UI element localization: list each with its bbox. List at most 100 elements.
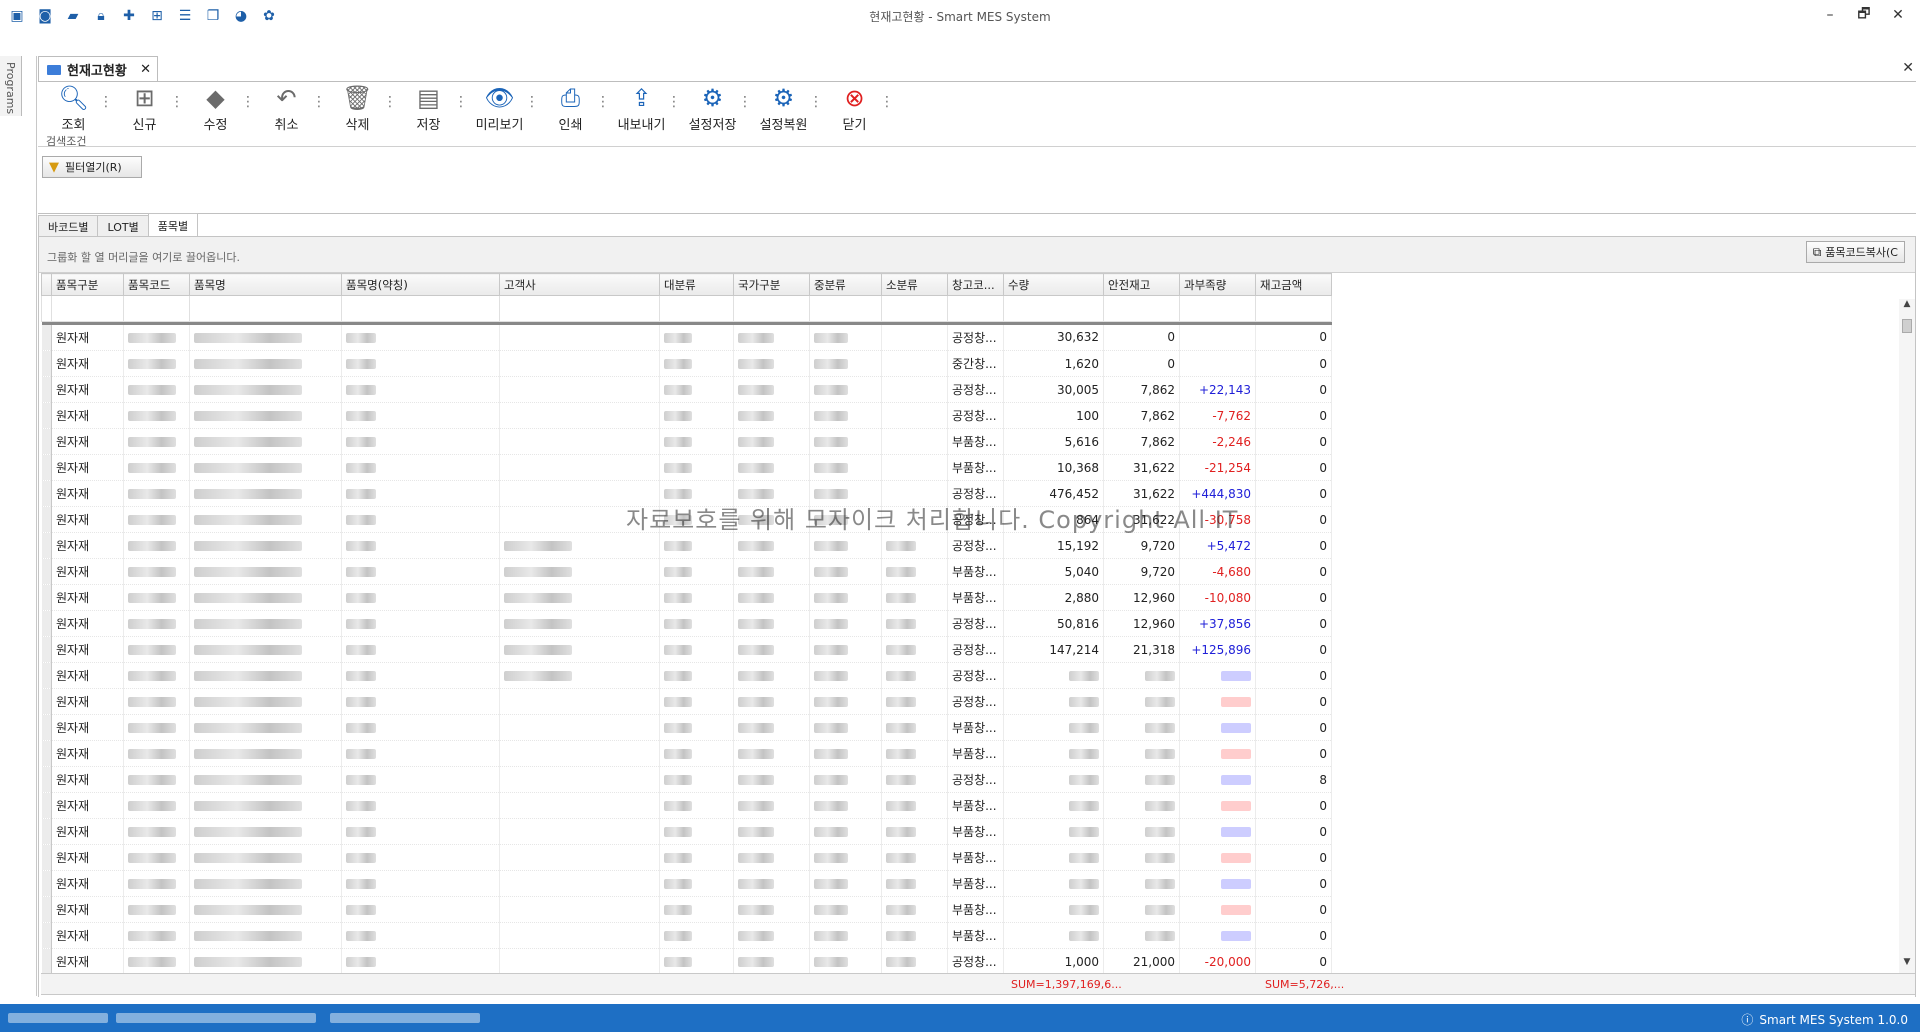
minor-category-cell[interactable] — [881, 792, 948, 819]
minor-category-cell[interactable] — [881, 480, 948, 507]
middle-category-cell[interactable] — [809, 870, 882, 897]
item-short-name-cell[interactable] — [341, 662, 500, 689]
minor-category-cell[interactable] — [881, 818, 948, 845]
minor-category-cell[interactable] — [881, 558, 948, 585]
column-filter-cell[interactable] — [1103, 295, 1180, 322]
country-cell[interactable] — [733, 844, 810, 871]
table-row[interactable]: 원자재 공정창... 476,452 31,622 +444,830 0 — [41, 480, 1332, 507]
safety-cell[interactable]: 7,862 — [1103, 376, 1180, 403]
amount-cell[interactable]: 0 — [1255, 792, 1332, 819]
item-type-cell[interactable]: 원자재 — [51, 584, 124, 611]
warehouse-cell[interactable]: 부품창... — [947, 740, 1004, 767]
major-category-cell[interactable] — [659, 662, 734, 689]
item-type-cell[interactable]: 원자재 — [51, 818, 124, 845]
item-type-cell[interactable]: 원자재 — [51, 480, 124, 507]
item-type-cell[interactable]: 원자재 — [51, 376, 124, 403]
item-name-cell[interactable] — [189, 584, 342, 611]
item-code-cell[interactable] — [123, 428, 190, 455]
qty-cell[interactable] — [1003, 714, 1104, 741]
warehouse-cell[interactable]: 공정창... — [947, 480, 1004, 507]
amount-cell[interactable]: 0 — [1255, 922, 1332, 949]
warehouse-cell[interactable]: 부품창... — [947, 792, 1004, 819]
item-code-cell[interactable] — [123, 870, 190, 897]
country-cell[interactable] — [733, 402, 810, 429]
warehouse-cell[interactable]: 부품창... — [947, 428, 1004, 455]
diff-cell[interactable] — [1179, 896, 1256, 923]
item-name-cell[interactable] — [189, 818, 342, 845]
major-category-cell[interactable] — [659, 818, 734, 845]
minor-category-cell[interactable] — [881, 714, 948, 741]
major-category-cell[interactable] — [659, 740, 734, 767]
column-header[interactable]: 품목구분 — [51, 273, 124, 296]
country-cell[interactable] — [733, 584, 810, 611]
item-code-cell[interactable] — [123, 792, 190, 819]
customer-cell[interactable] — [499, 532, 660, 559]
customer-cell[interactable] — [499, 688, 660, 715]
item-type-cell[interactable]: 원자재 — [51, 870, 124, 897]
minor-category-cell[interactable] — [881, 532, 948, 559]
diff-cell[interactable] — [1179, 350, 1256, 377]
close-all-tabs-button[interactable]: ✕ — [1902, 60, 1914, 76]
middle-category-cell[interactable] — [809, 636, 882, 663]
diff-cell[interactable] — [1179, 714, 1256, 741]
safety-cell[interactable]: 12,960 — [1103, 584, 1180, 611]
table-row[interactable]: 원자재 공정창... 15,192 9,720 +5,472 0 — [41, 532, 1332, 559]
item-code-cell[interactable] — [123, 714, 190, 741]
item-name-cell[interactable] — [189, 766, 342, 793]
safety-cell[interactable]: 21,000 — [1103, 948, 1180, 975]
amount-cell[interactable]: 0 — [1255, 376, 1332, 403]
country-cell[interactable] — [733, 948, 810, 975]
row-indicator[interactable] — [41, 922, 52, 949]
major-category-cell[interactable] — [659, 870, 734, 897]
minor-category-cell[interactable] — [881, 662, 948, 689]
row-indicator[interactable] — [41, 844, 52, 871]
major-category-cell[interactable] — [659, 844, 734, 871]
major-category-cell[interactable] — [659, 324, 734, 351]
item-code-cell[interactable] — [123, 740, 190, 767]
column-header[interactable]: 품목명(약칭) — [341, 273, 500, 296]
table-row[interactable]: 원자재 공정창... 864 31,622 -30,758 0 — [41, 506, 1332, 533]
export-button[interactable]: ⇪ 내보내기 — [606, 84, 681, 134]
safety-cell[interactable] — [1103, 870, 1180, 897]
item-type-cell[interactable]: 원자재 — [51, 610, 124, 637]
customer-cell[interactable] — [499, 350, 660, 377]
row-indicator[interactable] — [41, 506, 52, 533]
country-cell[interactable] — [733, 636, 810, 663]
item-code-cell[interactable] — [123, 480, 190, 507]
middle-category-cell[interactable] — [809, 480, 882, 507]
safety-cell[interactable] — [1103, 792, 1180, 819]
amount-cell[interactable]: 0 — [1255, 558, 1332, 585]
warehouse-cell[interactable]: 부품창... — [947, 922, 1004, 949]
amount-cell[interactable]: 0 — [1255, 480, 1332, 507]
item-type-cell[interactable]: 원자재 — [51, 948, 124, 975]
item-code-cell[interactable] — [123, 662, 190, 689]
item-type-cell[interactable]: 원자재 — [51, 324, 124, 351]
column-filter-cell[interactable] — [881, 295, 948, 322]
safety-cell[interactable]: 7,862 — [1103, 428, 1180, 455]
save-button[interactable]: ▤ 저장 — [393, 84, 468, 134]
column-filter-cell[interactable] — [51, 295, 124, 322]
item-short-name-cell[interactable] — [341, 480, 500, 507]
middle-category-cell[interactable] — [809, 922, 882, 949]
table-row[interactable]: 원자재 부품창... 0 — [41, 740, 1332, 767]
safety-cell[interactable] — [1103, 688, 1180, 715]
minor-category-cell[interactable] — [881, 506, 948, 533]
column-header[interactable]: 창고코... — [947, 273, 1004, 296]
middle-category-cell[interactable] — [809, 948, 882, 975]
restore-button[interactable]: 🗗 — [1852, 4, 1876, 26]
middle-category-cell[interactable] — [809, 662, 882, 689]
row-indicator[interactable] — [41, 454, 52, 481]
country-cell[interactable] — [733, 610, 810, 637]
row-indicator[interactable] — [41, 948, 52, 975]
column-header[interactable]: 대분류 — [659, 273, 734, 296]
item-short-name-cell[interactable] — [341, 506, 500, 533]
safety-cell[interactable]: 9,720 — [1103, 532, 1180, 559]
item-name-cell[interactable] — [189, 402, 342, 429]
column-header[interactable]: 안전재고 — [1103, 273, 1180, 296]
table-row[interactable]: 원자재 공정창... 100 7,862 -7,762 0 — [41, 402, 1332, 429]
safety-cell[interactable]: 21,318 — [1103, 636, 1180, 663]
major-category-cell[interactable] — [659, 922, 734, 949]
middle-category-cell[interactable] — [809, 324, 882, 351]
item-short-name-cell[interactable] — [341, 818, 500, 845]
minor-category-cell[interactable] — [881, 844, 948, 871]
